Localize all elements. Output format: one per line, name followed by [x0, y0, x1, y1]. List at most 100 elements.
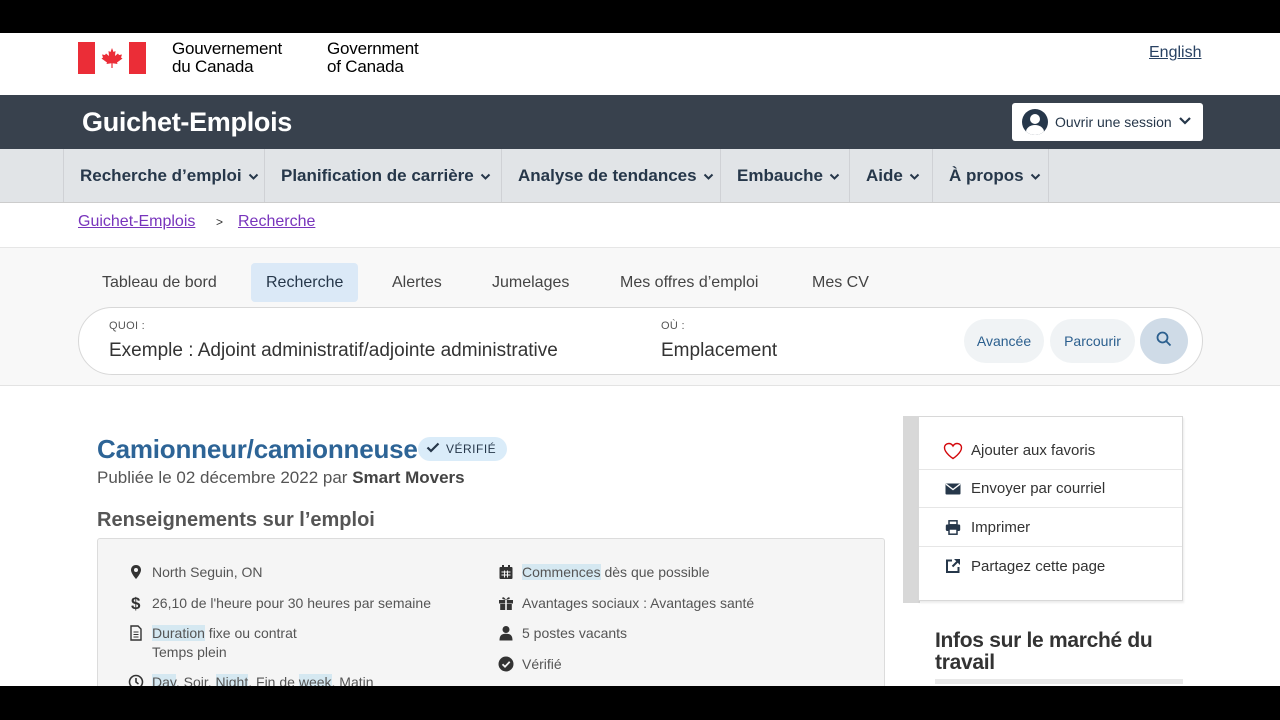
canada-flag-icon	[78, 42, 146, 74]
lmi-divider	[935, 679, 1183, 684]
print-button[interactable]: Imprimer	[919, 509, 1182, 547]
job-start-text: Commences dès que possible	[522, 563, 710, 582]
chevron-down-icon	[1178, 113, 1192, 131]
duration-rest: fixe ou contrat	[204, 625, 297, 641]
nav-item-analyse-tendances[interactable]: Analyse de tendances	[501, 149, 720, 202]
svg-text:$: $	[131, 595, 141, 611]
schedule-day: Day	[152, 674, 176, 686]
nav-item-label: Analyse de tendances	[518, 165, 697, 185]
schedule-matin: , Matin	[331, 674, 374, 686]
goc-header: Gouvernement du Canada Government of Can…	[0, 33, 1280, 95]
user-icon	[498, 625, 514, 641]
app-bar: Guichet-Emplois Ouvrir une session	[0, 95, 1280, 149]
job-duration-text: Duration fixe ou contrat	[152, 624, 297, 643]
app-title[interactable]: Guichet-Emplois	[82, 107, 292, 138]
login-label: Ouvrir une session	[1055, 114, 1172, 130]
nav-item-a-propos[interactable]: À propos	[932, 149, 1049, 202]
checkmark-icon	[426, 442, 440, 456]
page: Gouvernement du Canada Government of Can…	[0, 33, 1280, 686]
advanced-search-button[interactable]: Avancée	[964, 319, 1044, 363]
nav-item-embauche[interactable]: Embauche	[720, 149, 849, 202]
employer-name: Smart Movers	[352, 468, 465, 487]
main-nav: Recherche d’emploi Planification de carr…	[0, 149, 1280, 203]
nav-item-aide[interactable]: Aide	[849, 149, 932, 202]
tab-mes-offres[interactable]: Mes offres d’emploi	[620, 263, 758, 302]
check-circle-icon	[498, 656, 514, 672]
search-submit-button[interactable]	[1140, 318, 1188, 364]
nav-item-label: À propos	[949, 165, 1024, 185]
print-label: Imprimer	[971, 519, 1031, 536]
nav-item-label: Recherche d’emploi	[80, 165, 242, 185]
labour-market-info-heading: Infos sur le marché du travail	[935, 629, 1153, 674]
what-input[interactable]: Exemple : Adjoint administratif/adjointe…	[109, 340, 558, 362]
chevron-down-icon	[1030, 166, 1041, 186]
published-prefix: Publiée le 02 décembre 2022 par	[97, 468, 348, 487]
schedule-soir: , Soir,	[175, 674, 216, 686]
job-benefits-text: Avantages sociaux : Avantages santé	[522, 595, 755, 611]
user-avatar-icon	[1022, 109, 1048, 135]
job-schedule-text: Day, Soir, Night, Fin de week, Matin	[152, 673, 374, 686]
nav-item-label: Embauche	[737, 165, 823, 185]
tab-mes-cv[interactable]: Mes CV	[812, 263, 869, 302]
schedule-finde: , Fin de	[248, 674, 299, 686]
chevron-down-icon	[703, 166, 714, 186]
tab-recherche[interactable]: Recherche	[251, 263, 359, 302]
tab-jumelages[interactable]: Jumelages	[492, 263, 569, 302]
breadcrumb: Guichet-Emplois > Recherche	[0, 203, 1280, 248]
map-pin-icon	[128, 564, 144, 580]
goc-wordmark-en[interactable]: Government of Canada	[327, 40, 419, 76]
search-bar: QUOI : Exemple : Adjoint administratif/a…	[78, 307, 1203, 375]
job-salary-text: 26,10 de l'heure pour 30 heures par sema…	[152, 595, 431, 611]
verified-badge-label: VÉRIFIÉ	[446, 442, 497, 456]
job-location-text: North Seguin, ON	[152, 564, 263, 580]
schedule-week: week	[298, 674, 332, 686]
tab-alertes[interactable]: Alertes	[392, 263, 442, 302]
schedule-night: Night	[215, 674, 249, 686]
language-toggle-link[interactable]: English	[1149, 44, 1201, 62]
start-rest: dès que possible	[600, 564, 710, 580]
add-favorite-label: Ajouter aux favoris	[971, 442, 1096, 459]
nav-item-label: Planification de carrière	[281, 165, 474, 185]
share-page-label: Partagez cette page	[971, 557, 1106, 575]
goc-wordmark-fr[interactable]: Gouvernement du Canada	[172, 40, 282, 76]
letterbox-top	[0, 0, 1280, 33]
chevron-down-icon	[829, 166, 840, 186]
email-label: Envoyer par courriel	[971, 480, 1106, 497]
breadcrumb-separator: >	[216, 215, 224, 229]
goc-fr-line2: du Canada	[172, 57, 254, 76]
letterbox-bottom	[0, 686, 1280, 720]
chevron-down-icon	[909, 166, 920, 186]
email-button[interactable]: Envoyer par courriel	[919, 470, 1182, 508]
job-verified-text: Vérifié	[522, 656, 562, 672]
nav-item-recherche-emploi[interactable]: Recherche d’emploi	[63, 149, 264, 202]
job-info-card: North Seguin, ON $ 26,10 de l'heure pour…	[97, 538, 885, 686]
duration-highlight: Duration	[152, 625, 205, 641]
calendar-icon	[498, 564, 514, 580]
browse-button[interactable]: Parcourir	[1050, 319, 1135, 363]
job-title: Camionneur/camionneuse	[97, 434, 418, 464]
share-page-button[interactable]: Partagez cette page	[919, 547, 1182, 585]
gift-icon	[498, 595, 514, 611]
nav-item-label: Aide	[866, 165, 903, 185]
login-button[interactable]: Ouvrir une session	[1012, 103, 1203, 141]
envelope-icon	[943, 480, 963, 498]
heart-icon	[943, 442, 963, 460]
where-input[interactable]: Emplacement	[661, 340, 777, 362]
add-favorite-button[interactable]: Ajouter aux favoris	[919, 432, 1182, 470]
what-label: QUOI :	[109, 320, 146, 332]
printer-icon	[943, 519, 963, 537]
tab-tableau-de-bord[interactable]: Tableau de bord	[102, 263, 217, 302]
published-line: Publiée le 02 décembre 2022 par Smart Mo…	[97, 468, 465, 488]
breadcrumb-link-home[interactable]: Guichet-Emplois	[78, 213, 195, 231]
job-vacancies-text: 5 postes vacants	[522, 625, 628, 641]
job-content: Camionneur/camionneuse VÉRIFIÉ Publiée l…	[0, 386, 1280, 686]
job-info-heading: Renseignements sur l’emploi	[97, 509, 375, 531]
dollar-icon: $	[128, 594, 144, 613]
goc-fr-line1: Gouvernement	[172, 39, 283, 58]
job-employment-type: Temps plein	[152, 644, 227, 660]
breadcrumb-link-recherche[interactable]: Recherche	[238, 213, 315, 231]
search-icon	[1156, 331, 1172, 352]
nav-item-planification[interactable]: Planification de carrière	[264, 149, 501, 202]
verified-badge: VÉRIFIÉ	[418, 437, 508, 461]
search-zone: Tableau de bord Recherche Alertes Jumela…	[0, 248, 1280, 386]
